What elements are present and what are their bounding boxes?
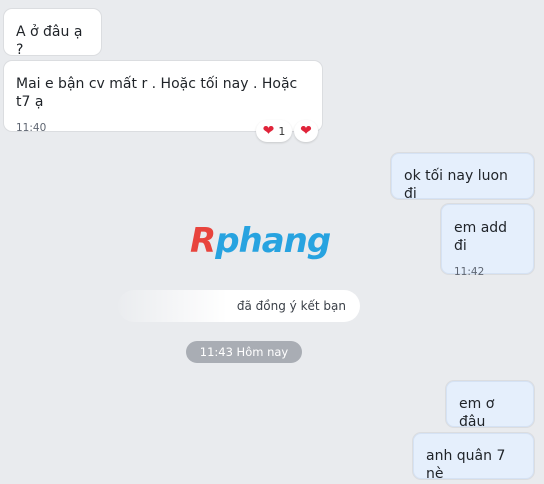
watermark-letter: R <box>190 221 216 261</box>
message-text: Mai e bận cv mất r . Hoặc tối nay . Hoặc… <box>16 76 298 110</box>
heart-icon: ❤ <box>300 123 312 139</box>
message-text: em ơ đâu <box>459 396 495 430</box>
message-time: 11:42 <box>454 266 485 278</box>
message-text: A ở đâu ạ ? <box>16 24 83 58</box>
message-bubble-incoming[interactable]: A ở đâu ạ ? <box>4 9 101 58</box>
friend-accepted-notice: đã đồng ý kết bạn <box>118 290 360 322</box>
reaction-summary[interactable]: ❤ 1 <box>256 120 292 142</box>
date-separator: 11:43 Hôm nay <box>186 341 302 363</box>
notice-text: đã đồng ý kết bạn <box>236 299 346 313</box>
add-reaction-button[interactable]: ❤ <box>294 120 318 142</box>
watermark-logo: Rphang <box>190 221 331 261</box>
message-text: ok tối nay luon đi <box>404 168 508 202</box>
reaction-count: 1 <box>278 124 286 138</box>
message-bubble-outgoing[interactable]: anh quân 7 nè <box>413 433 534 482</box>
message-text: anh quân 7 nè <box>426 448 506 482</box>
watermark-text: phang <box>215 221 331 261</box>
message-bubble-outgoing[interactable]: em ơ đâu <box>446 381 534 430</box>
message-text: em add đi <box>454 220 508 254</box>
heart-icon: ❤ <box>262 123 275 139</box>
message-bubble-outgoing[interactable]: em add đi 11:42 <box>441 204 534 278</box>
message-bubble-outgoing[interactable]: ok tối nay luon đi <box>391 153 534 202</box>
